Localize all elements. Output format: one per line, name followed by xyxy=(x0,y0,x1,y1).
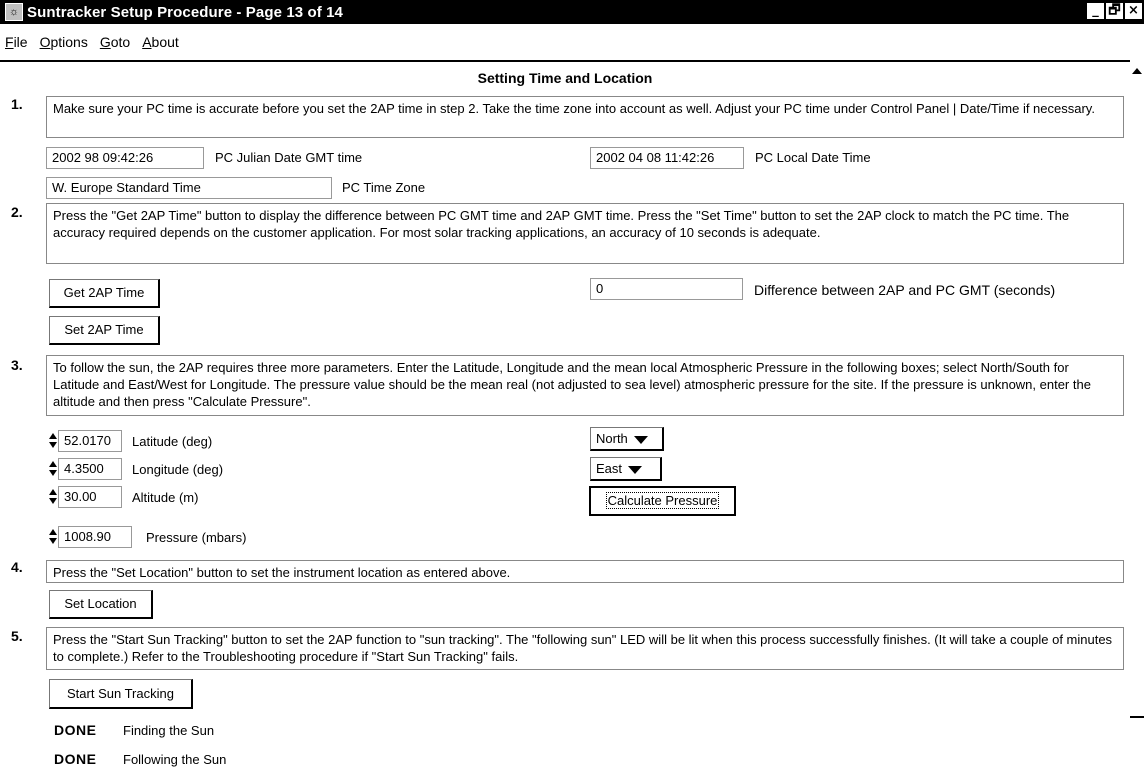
spin-up-icon[interactable] xyxy=(49,461,57,467)
spin-down-icon[interactable] xyxy=(49,538,57,544)
sun-icon[interactable]: ☼ xyxy=(5,3,23,21)
step-4-number: 4. xyxy=(11,559,23,575)
close-button[interactable]: × xyxy=(1125,3,1142,19)
spin-down-icon[interactable] xyxy=(49,498,57,504)
pressure-field[interactable]: 1008.90 xyxy=(58,526,132,548)
set-2ap-time-button[interactable]: Set 2AP Time xyxy=(49,316,160,345)
altitude-label: Altitude (m) xyxy=(132,490,199,505)
longitude-hemisphere-value: East xyxy=(596,461,623,476)
step-2-number: 2. xyxy=(11,204,23,220)
time-difference-label: Difference between 2AP and PC GMT (secon… xyxy=(754,282,1056,298)
window-title: Suntracker Setup Procedure - Page 13 of … xyxy=(27,3,343,21)
scroll-up-icon[interactable] xyxy=(1132,68,1142,74)
menu-bar: File Options Goto About xyxy=(0,34,179,54)
step-1-instructions: Make sure your PC time is accurate befor… xyxy=(46,96,1124,138)
page-heading: Setting Time and Location xyxy=(477,70,653,86)
get-2ap-time-button[interactable]: Get 2AP Time xyxy=(49,279,160,308)
finding-sun-status: DONE xyxy=(54,722,97,738)
local-datetime-label: PC Local Date Time xyxy=(755,150,871,165)
vertical-scrollbar[interactable] xyxy=(1130,62,1144,772)
spin-up-icon[interactable] xyxy=(49,529,57,535)
title-bar: ☼ Suntracker Setup Procedure - Page 13 o… xyxy=(0,0,1144,24)
calculate-pressure-button[interactable]: Calculate Pressure xyxy=(589,486,736,516)
pressure-spinner[interactable] xyxy=(49,527,57,547)
chevron-down-icon xyxy=(633,435,648,444)
julian-gmt-field[interactable]: 2002 98 09:42:26 xyxy=(46,147,204,169)
step-4-instructions: Press the "Set Location" button to set t… xyxy=(46,560,1124,583)
menu-options[interactable]: Options xyxy=(40,34,88,54)
longitude-label: Longitude (deg) xyxy=(132,462,224,477)
time-difference-field[interactable]: 0 xyxy=(590,278,743,300)
step-3-number: 3. xyxy=(11,357,23,373)
latitude-field[interactable]: 52.0170 xyxy=(58,430,122,452)
window-controls: _ 🗗 × xyxy=(1087,3,1142,19)
step-3-instructions: To follow the sun, the 2AP requires thre… xyxy=(46,355,1124,416)
menu-file[interactable]: File xyxy=(5,34,28,54)
spin-up-icon[interactable] xyxy=(49,433,57,439)
latitude-label: Latitude (deg) xyxy=(132,434,213,449)
following-sun-label: Following the Sun xyxy=(123,752,227,767)
pressure-label: Pressure (mbars) xyxy=(146,530,247,545)
local-datetime-field[interactable]: 2002 04 08 11:42:26 xyxy=(590,147,744,169)
menu-about[interactable]: About xyxy=(142,34,179,54)
step-5-instructions: Press the "Start Sun Tracking" button to… xyxy=(46,627,1124,670)
spin-down-icon[interactable] xyxy=(49,442,57,448)
maximize-button[interactable]: 🗗 xyxy=(1106,3,1123,19)
menu-goto[interactable]: Goto xyxy=(100,34,130,54)
time-zone-label: PC Time Zone xyxy=(342,180,426,195)
step-1-number: 1. xyxy=(11,96,23,112)
spin-up-icon[interactable] xyxy=(49,489,57,495)
latitude-hemisphere-value: North xyxy=(596,431,628,446)
finding-sun-label: Finding the Sun xyxy=(123,723,215,738)
step-2-instructions: Press the "Get 2AP Time" button to displ… xyxy=(46,203,1124,264)
set-location-button[interactable]: Set Location xyxy=(49,590,153,619)
longitude-hemisphere-dropdown[interactable]: East xyxy=(590,457,662,481)
longitude-field[interactable]: 4.3500 xyxy=(58,458,122,480)
start-sun-tracking-button[interactable]: Start Sun Tracking xyxy=(49,679,193,709)
spin-down-icon[interactable] xyxy=(49,470,57,476)
time-zone-field[interactable]: W. Europe Standard Time xyxy=(46,177,332,199)
altitude-field[interactable]: 30.00 xyxy=(58,486,122,508)
chevron-down-icon xyxy=(628,465,643,474)
latitude-hemisphere-dropdown[interactable]: North xyxy=(590,427,664,451)
julian-gmt-label: PC Julian Date GMT time xyxy=(215,150,363,165)
menu-divider xyxy=(0,60,1130,62)
latitude-spinner[interactable] xyxy=(49,431,57,451)
minimize-button[interactable]: _ xyxy=(1087,3,1104,19)
scroll-thumb[interactable] xyxy=(1130,716,1144,718)
calculate-pressure-label: Calculate Pressure xyxy=(605,492,720,509)
altitude-spinner[interactable] xyxy=(49,487,57,507)
step-5-number: 5. xyxy=(11,628,23,644)
following-sun-status: DONE xyxy=(54,751,97,767)
longitude-spinner[interactable] xyxy=(49,459,57,479)
